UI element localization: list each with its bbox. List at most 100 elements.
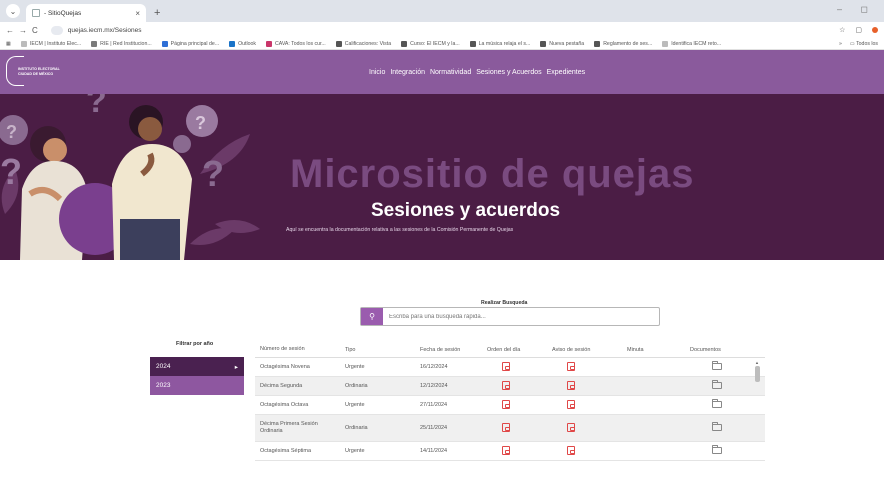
search-input[interactable] bbox=[383, 308, 653, 325]
table-row: Décima Primera Sesión Ordinaria Ordinaria… bbox=[255, 415, 765, 442]
bookmark-item[interactable]: La música relaja el s... bbox=[469, 40, 530, 47]
main-nav: Inicio Integración Normatividad Sesiones y … bbox=[369, 69, 585, 76]
bookmark-item[interactable]: Nueva pestaña bbox=[540, 40, 584, 47]
bookmark-label: RIE | Red Institucion... bbox=[100, 40, 152, 47]
folder-icon[interactable] bbox=[712, 421, 722, 431]
logo-text: INSTITUTO ELECTORAL bbox=[18, 67, 60, 71]
bookmark-label: Identifica IECM reto... bbox=[671, 40, 722, 47]
scroll-thumb[interactable] bbox=[755, 366, 760, 382]
nav-item-sesiones-y-acuerdos[interactable]: Sesiones y Acuerdos bbox=[476, 69, 541, 76]
all-bookmarks-folder[interactable]: ▭ Todos los bbox=[850, 41, 878, 47]
bookmark-label: Página principal de... bbox=[170, 40, 220, 47]
bookmark-item[interactable]: Calificaciones: Vista bbox=[335, 40, 391, 47]
browser-tab[interactable]: - SitioQuejas × bbox=[26, 4, 146, 22]
pdf-icon[interactable] bbox=[567, 422, 575, 432]
chevron-right-icon: ▸ bbox=[234, 363, 238, 371]
column-header: Número de sesión bbox=[260, 346, 305, 352]
svg-text:?: ? bbox=[0, 151, 22, 192]
bookmark-item[interactable]: IECM | Instituto Elec... bbox=[20, 40, 82, 47]
bookmark-favicon-icon bbox=[662, 40, 669, 47]
back-forward-reload-icons[interactable]: ←→C bbox=[6, 26, 43, 35]
session-number: Décima Segunda bbox=[260, 382, 303, 389]
svg-text:?: ? bbox=[86, 94, 107, 120]
session-number: Octagésima Octava bbox=[260, 401, 309, 408]
logo-subtext: CIUDAD DE MÉXICO bbox=[18, 71, 54, 76]
folder-icon[interactable] bbox=[712, 360, 722, 370]
scroll-up-icon[interactable]: ▲ bbox=[755, 360, 759, 365]
all-bookmarks-label: Todos los bbox=[856, 40, 878, 47]
bookmark-item[interactable]: CAVA: Todos los cur... bbox=[266, 40, 326, 47]
pdf-icon[interactable] bbox=[502, 380, 510, 390]
address-bar[interactable]: quejas.iecm.mx/Sesiones bbox=[50, 25, 141, 35]
table-scrollbar[interactable]: ▲ bbox=[754, 360, 762, 482]
year-label: 2023 bbox=[156, 382, 171, 389]
bookmark-item[interactable]: Curso: El IECM y la... bbox=[401, 40, 460, 47]
profile-icon[interactable] bbox=[872, 27, 878, 33]
folder-icon[interactable] bbox=[712, 379, 722, 389]
tab-search-icon[interactable]: ⌄ bbox=[6, 4, 20, 18]
star-icon[interactable]: ☆ bbox=[839, 26, 845, 34]
bookmark-label: IECM | Instituto Elec... bbox=[29, 40, 82, 47]
nav-item-normatividad[interactable]: Normatividad bbox=[430, 69, 471, 76]
table-row: Octagésima Octava Urgente 27/11/2024 bbox=[255, 396, 765, 415]
pdf-icon[interactable] bbox=[502, 422, 510, 432]
bookmark-favicon-icon bbox=[469, 40, 476, 47]
column-header: Orden del día bbox=[487, 346, 521, 353]
nav-item-inicio[interactable]: Inicio bbox=[369, 69, 385, 76]
column-header: Tipo bbox=[345, 346, 356, 353]
session-type: Urgente bbox=[345, 364, 365, 370]
search-icon[interactable]: ⚲ bbox=[361, 308, 383, 325]
pdf-icon[interactable] bbox=[502, 445, 510, 455]
bookmark-item[interactable]: RIE | Red Institucion... bbox=[91, 40, 152, 47]
bookmark-item[interactable]: Identifica IECM reto... bbox=[662, 40, 722, 47]
pdf-icon[interactable] bbox=[567, 380, 575, 390]
bookmark-favicon-icon bbox=[20, 40, 27, 47]
more-bookmarks-icon[interactable]: » bbox=[839, 41, 842, 47]
site-info-icon[interactable] bbox=[50, 25, 63, 35]
folder-icon[interactable] bbox=[712, 444, 722, 454]
iecm-logo[interactable]: INSTITUTO ELECTORAL CIUDAD DE MÉXICO bbox=[6, 56, 66, 88]
pdf-icon[interactable] bbox=[567, 361, 575, 371]
table-header: Número de sesión Tipo Fecha de sesión Orden… bbox=[255, 342, 765, 358]
new-tab-icon[interactable]: + bbox=[154, 7, 160, 19]
close-tab-icon[interactable]: × bbox=[135, 9, 140, 18]
bookmark-item[interactable]: Página principal de... bbox=[161, 40, 220, 47]
session-number: Octagésima Séptima bbox=[260, 447, 312, 454]
favicon-icon bbox=[32, 9, 40, 17]
pdf-icon[interactable] bbox=[502, 361, 510, 371]
pdf-icon[interactable] bbox=[567, 445, 575, 455]
apps-icon[interactable]: ▦ bbox=[6, 41, 11, 47]
year-label: 2024 bbox=[156, 363, 171, 370]
bookmark-favicon-icon bbox=[594, 40, 601, 47]
folder-icon[interactable] bbox=[712, 398, 722, 408]
bookmark-item[interactable]: Reglamento de ses... bbox=[594, 40, 652, 47]
bookmark-favicon-icon bbox=[401, 40, 408, 47]
column-header: Documentos bbox=[690, 346, 721, 353]
extensions-icon[interactable]: ▢ bbox=[855, 26, 862, 34]
pdf-icon[interactable] bbox=[567, 399, 575, 409]
nav-item-integraci-n[interactable]: Integración bbox=[390, 69, 425, 76]
pdf-icon[interactable] bbox=[502, 399, 510, 409]
search-box: ⚲ bbox=[360, 307, 660, 326]
bookmarks-right: » ▭ Todos los bbox=[839, 41, 878, 47]
bookmark-favicon-icon bbox=[540, 40, 547, 47]
nav-item-expedientes[interactable]: Expedientes bbox=[547, 69, 586, 76]
column-header: Minuta bbox=[627, 346, 644, 353]
bookmark-favicon-icon bbox=[161, 40, 168, 47]
browser-toolbar: ←→C quejas.iecm.mx/Sesiones ☆ ▢ bbox=[0, 22, 884, 38]
table-row: Octagésima Séptima Urgente 14/11/2024 bbox=[255, 442, 765, 461]
hero-description: Aquí se encuentra la documentación relat… bbox=[286, 227, 514, 233]
session-type: Urgente bbox=[345, 448, 365, 454]
bookmark-item[interactable]: Outlook bbox=[229, 40, 256, 47]
year-option-2024[interactable]: 2024 ▸ bbox=[150, 357, 244, 376]
hero-subtitle: Sesiones y acuerdos bbox=[371, 200, 561, 221]
bookmark-label: CAVA: Todos los cur... bbox=[275, 40, 326, 47]
bookmark-label: Outlook bbox=[238, 40, 256, 47]
year-option-2023[interactable]: 2023 bbox=[150, 376, 244, 395]
table-row: Octagésima Novena Urgente 16/12/2024 bbox=[255, 358, 765, 377]
bookmark-favicon-icon bbox=[266, 40, 272, 47]
table-row: Décima Segunda Ordinaria 12/12/2024 bbox=[255, 377, 765, 396]
column-header: Aviso de sesión bbox=[552, 346, 591, 353]
hero-banner: ? ? ? ? ? Micrositio de quejas Sesiones … bbox=[0, 94, 884, 260]
window-minimize-icon[interactable]: – ◻ bbox=[837, 4, 876, 15]
